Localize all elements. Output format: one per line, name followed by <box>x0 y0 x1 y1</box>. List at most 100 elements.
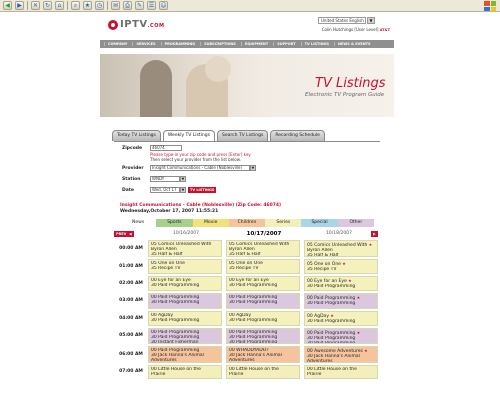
program-title: 30 Paid Programming <box>307 301 356 306</box>
refresh-icon[interactable]: ↻ <box>43 1 52 10</box>
mail-icon[interactable]: ✉ <box>111 1 120 10</box>
program-cell[interactable]: 00 AgDay 30 Paid Programming <box>148 311 222 326</box>
legend-news: News <box>120 219 157 227</box>
prev-day-label: 10/16/2007 <box>173 231 199 236</box>
chevron-down-icon[interactable]: ▼ <box>180 187 186 193</box>
program-cell[interactable]: 05 Comics Unleashed With Byron Allen 35 Ha… <box>148 240 222 257</box>
edit-icon[interactable]: ✎ <box>135 1 144 10</box>
nav-item[interactable]: SERVICES <box>132 42 158 46</box>
nav-item[interactable]: NEWS & EVENTS <box>334 42 374 46</box>
legend-children: Children <box>228 219 266 227</box>
program-title: Prairie <box>229 372 244 377</box>
language-select[interactable]: United States English <box>318 17 366 24</box>
star-icon: ★ <box>362 348 368 353</box>
program-title: 35 Recipe TV <box>307 267 337 272</box>
program-title: 30 Paid Programming <box>307 319 356 324</box>
stop-icon[interactable]: ✕ <box>31 1 40 10</box>
legend-series: Series <box>265 219 302 227</box>
time-slot-label: 05:00 AM <box>119 333 143 338</box>
station-select[interactable]: WNDY <box>150 176 180 182</box>
home-icon[interactable]: ⌂ <box>55 1 64 10</box>
legend-other: Other <box>337 219 374 227</box>
program-cell[interactable]: 00 Little House on the Prairie <box>148 365 222 379</box>
nav-item[interactable]: PROGRAMMING <box>160 42 199 46</box>
next-day-button[interactable]: ▶ <box>371 231 378 237</box>
program-title: 35 Half & Half <box>307 253 339 257</box>
site-logo[interactable]: IPTV.COM <box>108 19 164 30</box>
program-cell[interactable]: 00 Paid Programming 30 Jack Hanna's Anima… <box>148 346 222 363</box>
tab-search[interactable]: Search TV Listings <box>216 130 269 141</box>
legend-sports: Sports <box>156 219 193 227</box>
program-title: 30 Paid Programming <box>229 283 278 288</box>
program-cell[interactable]: 05 Comics Unleashed With Byron Allen 35 Ha… <box>226 240 300 257</box>
program-cell[interactable]: 00 Paid Programming 30 Paid Programming 30… <box>226 328 300 344</box>
program-cell[interactable]: 05 One on One 35 Recipe TV <box>226 259 300 274</box>
program-title: Prairie <box>151 372 166 377</box>
program-cell[interactable]: 00 Eye for an Eye ★ 30 Paid Programming <box>304 276 378 291</box>
program-cell[interactable]: 05 One on One ★ 35 Recipe TV <box>304 259 378 274</box>
star-icon: ★ <box>328 313 334 318</box>
program-cell[interactable]: 00 Little House on the Prairie <box>304 365 378 379</box>
program-title: 30 Paid Programming <box>151 283 200 288</box>
user-name: Colin Hutchings [User Level] <box>321 27 379 32</box>
favorites-icon[interactable]: ★ <box>83 1 92 10</box>
provider-label: Provider <box>122 165 144 171</box>
history-icon[interactable]: ◷ <box>95 1 104 10</box>
program-cell[interactable]: 00 Paid Programming 30 Paid Programming <box>226 293 300 309</box>
program-title: 30 Paid Programming <box>307 284 356 289</box>
time-slot-label: 07:00 AM <box>119 369 143 374</box>
program-title: 30 Paid Programming <box>151 318 200 323</box>
zipcode-input[interactable]: 46074 <box>150 145 182 151</box>
main-nav: COMPANY SERVICES PROGRAMMING SUBSCRIPTIO… <box>100 40 394 48</box>
discuss-icon[interactable]: ☰ <box>147 1 156 10</box>
genre-legend: News Sports Movie Children Series Specia… <box>120 219 374 227</box>
tab-today[interactable]: Today TV Listings <box>112 130 161 141</box>
chevron-down-icon[interactable]: ▼ <box>250 165 256 171</box>
star-icon: ★ <box>340 261 346 266</box>
forward-icon[interactable]: ▶ <box>15 1 24 10</box>
program-cell[interactable]: 00 Awesome Adventures ★ 30 Jack Hanna's A… <box>304 346 378 363</box>
time-slot-label: 02:00 AM <box>119 280 143 286</box>
program-cell[interactable]: 00 AgDay ★ 30 Paid Programming <box>304 311 378 326</box>
nav-item[interactable]: COMPANY <box>104 42 130 46</box>
legend-movie: Movie <box>192 219 229 227</box>
provider-select[interactable]: Insight Communications - Cable (Noblesvi… <box>150 165 250 171</box>
print-icon[interactable]: ⎙ <box>123 1 132 10</box>
program-cell[interactable]: 00 Paid Programming ★ 30 Paid Programming… <box>304 328 378 344</box>
chevron-down-icon[interactable]: ▼ <box>367 17 375 24</box>
program-cell[interactable]: 05 One on One 35 Recipe TV <box>148 259 222 274</box>
toolbar-separator <box>67 1 68 10</box>
program-cell[interactable]: 00 WHADDYADO? 30 Jack Hanna's Animal Adven… <box>226 346 300 363</box>
banner-figure <box>140 60 172 117</box>
station-label: Station <box>122 176 141 182</box>
star-icon: ★ <box>367 242 373 247</box>
back-icon[interactable]: ◀ <box>3 1 12 10</box>
nav-item[interactable]: SUBSCRIPTIONS <box>200 42 239 46</box>
date-select[interactable]: Wed, Oct 17 <box>150 187 180 193</box>
nav-item[interactable]: TV LISTINGS <box>300 42 332 46</box>
search-icon[interactable]: ⌕ <box>71 1 80 10</box>
program-cell[interactable]: 00 Paid Programming 30 Paid Programming 30… <box>148 328 222 344</box>
provider-hint: Then select your provider from the list … <box>150 157 241 162</box>
tv-listings-button[interactable]: TV LISTINGS <box>188 187 217 193</box>
chevron-down-icon[interactable]: ▼ <box>180 176 186 182</box>
program-cell[interactable]: 00 AgDay 30 Paid Programming <box>226 311 300 326</box>
nav-item[interactable]: EQUIPMENT <box>240 42 271 46</box>
site-header: IPTV.COM United States English ▼ Colin H… <box>100 12 394 38</box>
nav-item[interactable]: SUPPORT <box>273 42 298 46</box>
logo-text: IPTV.COM <box>120 19 165 30</box>
program-cell[interactable]: 00 Little House on the Prairie <box>226 365 300 379</box>
messenger-icon[interactable]: ☺ <box>159 1 168 10</box>
program-title: Adventures <box>229 358 255 363</box>
program-cell[interactable]: 00 Eye for an Eye 30 Paid Programming <box>148 276 222 291</box>
program-cell[interactable]: 00 Paid Programming 30 Paid Programming <box>148 293 222 309</box>
program-title: Adventures <box>307 359 333 363</box>
zipcode-label: Zipcode <box>122 145 143 151</box>
legend-special: Special <box>301 219 338 227</box>
tab-recording[interactable]: Recording Schedule <box>270 130 325 141</box>
program-cell[interactable]: 00 Paid Programming ★ 30 Paid Programming <box>304 293 378 309</box>
program-cell[interactable]: 00 Eye for an Eye 30 Paid Programming <box>226 276 300 291</box>
windows-logo-icon <box>484 1 496 11</box>
program-cell[interactable]: 05 Comics Unleashed With ★ Byron Allen 35 … <box>304 240 378 257</box>
prev-day-button[interactable]: ◀ <box>127 231 134 237</box>
